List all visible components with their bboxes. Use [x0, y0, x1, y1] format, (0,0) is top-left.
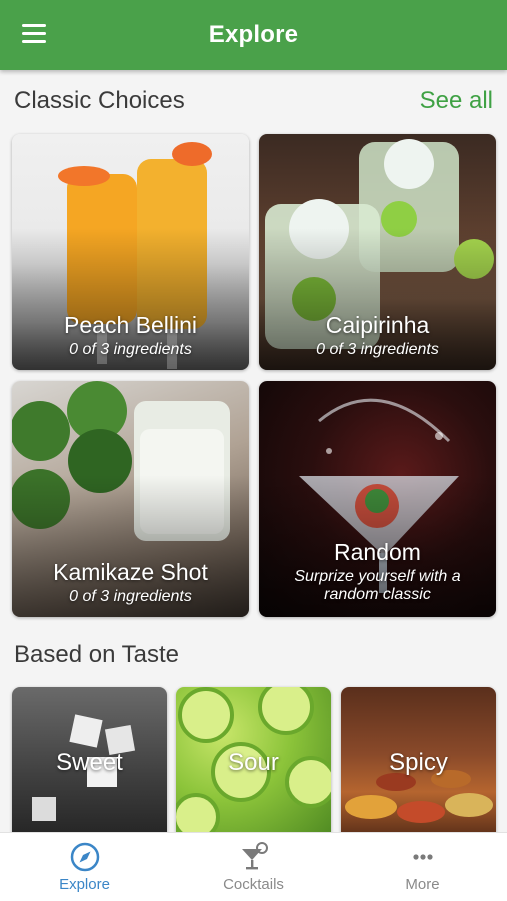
tab-explore[interactable]: Explore: [0, 833, 169, 901]
more-dots-icon: [412, 854, 433, 860]
tab-label: Cocktails: [223, 876, 284, 893]
card-title: Kamikaze Shot: [53, 559, 208, 585]
compass-icon: [70, 842, 99, 872]
tab-label: Explore: [59, 876, 110, 893]
card-title: Sour: [228, 749, 279, 776]
card-title: Caipirinha: [325, 312, 430, 338]
see-all-link[interactable]: See all: [420, 87, 493, 115]
card-title: Sweet: [56, 749, 123, 776]
bottom-tab-bar: Explore Cocktails More: [0, 832, 507, 901]
taste-card-sweet[interactable]: Sweet: [12, 687, 167, 837]
card-peach-bellini[interactable]: Peach Bellini 0 of 3 ingredients: [12, 134, 249, 370]
page-title: Explore: [208, 21, 299, 48]
card-kamikaze-shot[interactable]: Kamikaze Shot 0 of 3 ingredients: [12, 381, 249, 617]
taste-card-spicy[interactable]: Spicy: [341, 687, 496, 837]
card-title: Random: [334, 539, 421, 565]
card-subtitle: 0 of 3 ingredients: [316, 341, 439, 358]
hamburger-menu-icon[interactable]: [22, 24, 46, 44]
tab-more[interactable]: More: [338, 833, 507, 901]
section-title-taste: Based on Taste: [14, 641, 180, 668]
card-title: Spicy: [389, 749, 448, 776]
taste-card-sour[interactable]: Sour: [176, 687, 331, 837]
card-subtitle: 0 of 3 ingredients: [69, 341, 192, 358]
tab-cocktails[interactable]: Cocktails: [169, 833, 338, 901]
card-title: Peach Bellini: [64, 312, 197, 338]
card-subtitle: Surprize yourself with a random classic: [294, 568, 461, 603]
cocktail-glass-icon: [241, 842, 268, 870]
card-caipirinha[interactable]: Caipirinha 0 of 3 ingredients: [259, 134, 496, 370]
card-random[interactable]: Random Surprize yourself with a random c…: [259, 381, 496, 617]
tab-label: More: [405, 876, 440, 893]
section-title-classic: Classic Choices: [14, 87, 185, 114]
app-bar: Explore: [0, 0, 507, 70]
card-subtitle: 0 of 3 ingredients: [69, 588, 192, 605]
